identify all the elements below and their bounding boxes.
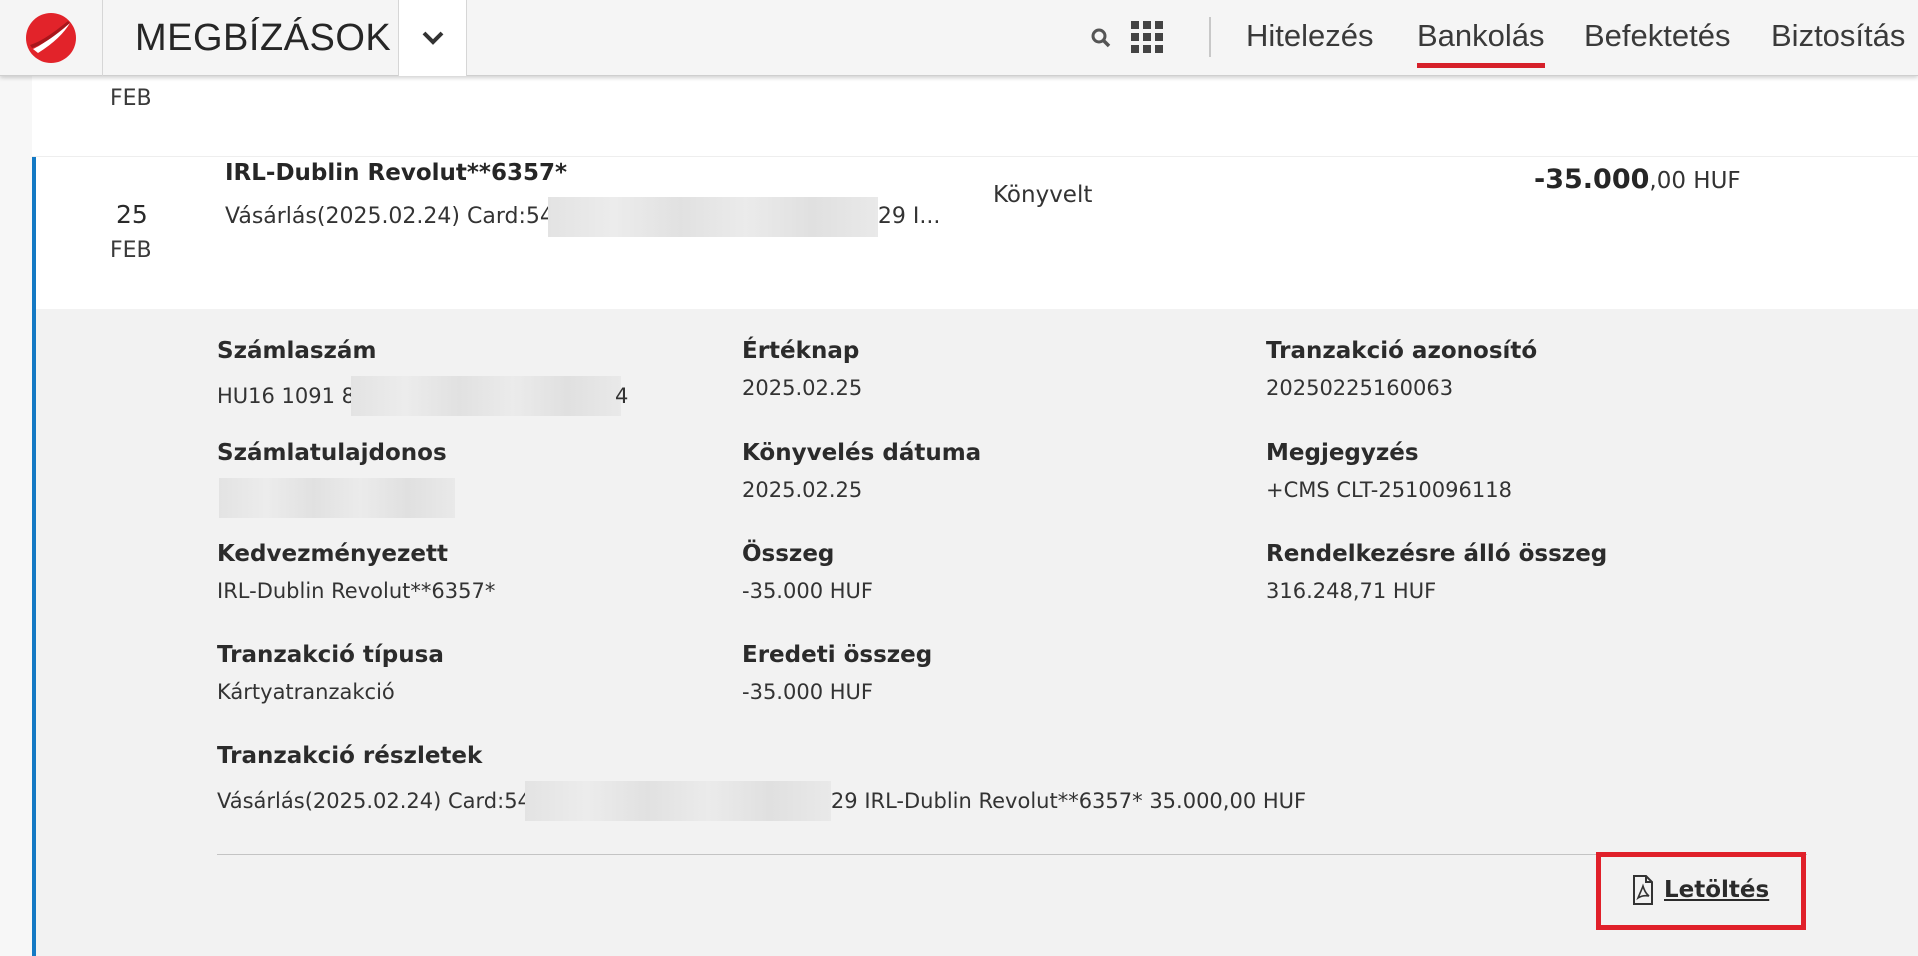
field-booking-date: Könyvelés dátuma 2025.02.25 (742, 440, 981, 502)
field-label: Könyvelés dátuma (742, 440, 982, 466)
field-value: +CMS CLT-2510096118 (1266, 478, 1512, 502)
field-value: IRL-Dublin Revolut**6357* (217, 579, 496, 603)
details-prefix: Vásárlás(2025.02.24) Card:54 (217, 789, 531, 813)
header-divider (1209, 17, 1211, 57)
search-button[interactable] (1090, 27, 1112, 49)
field-label: Megjegyzés (1266, 440, 1419, 466)
transaction-day: 25 (116, 200, 148, 229)
chevron-down-icon (422, 31, 443, 45)
previous-transaction-row[interactable] (32, 76, 1918, 157)
field-value: 2025.02.25 (742, 376, 863, 400)
field-label: Összeg (742, 541, 835, 567)
redacted-account-owner (219, 478, 456, 518)
apps-menu-button[interactable] (1130, 20, 1164, 54)
field-transaction-details: Tranzakció részletek Vásárlás(2025.02.24… (217, 743, 1306, 821)
field-account-number: Számlaszám HU16 1091 8 4 (217, 338, 628, 416)
field-original-amount: Eredeti összeg -35.000 HUF (742, 642, 932, 704)
field-value: 20250225160063 (1266, 376, 1454, 400)
redacted-account-number (351, 376, 622, 416)
field-amount: Összeg -35.000 HUF (742, 541, 873, 603)
field-note: Megjegyzés +CMS CLT-2510096118 (1266, 440, 1512, 502)
nav-biztositas[interactable]: Biztosítás (1771, 18, 1905, 54)
field-account-owner: Számlatulajdonos I (217, 440, 456, 518)
apps-grid-icon (1131, 21, 1163, 53)
field-label: Eredeti összeg (742, 642, 933, 668)
details-suffix: 29 IRL-Dublin Revolut**6357* 35.000,00 H… (830, 789, 1307, 813)
field-transaction-type: Tranzakció típusa Kártyatranzakció (217, 642, 444, 704)
transaction-month: FEB (110, 238, 152, 263)
field-label: Számlatulajdonos (217, 440, 447, 466)
field-value: 2025.02.25 (742, 478, 863, 502)
field-label: Értéknap (742, 338, 860, 364)
search-icon (1091, 28, 1111, 48)
previous-row-month: FEB (110, 86, 152, 111)
logo-cell[interactable] (0, 0, 103, 76)
field-value: -35.000 HUF (742, 680, 873, 704)
field-value-date: Értéknap 2025.02.25 (742, 338, 862, 400)
field-transaction-id: Tranzakció azonosító 20250225160063 (1266, 338, 1537, 400)
nav-bankolas[interactable]: Bankolás (1417, 18, 1545, 68)
field-available-balance: Rendelkezésre álló összeg 316.248,71 HUF (1266, 541, 1607, 603)
amount-rest: ,00 HUF (1649, 168, 1741, 194)
section-dropdown-button[interactable] (399, 0, 467, 76)
field-label: Tranzakció azonosító (1266, 338, 1538, 364)
description-suffix: 29 I... (877, 204, 941, 229)
top-header: MEGBÍZÁSOK Hitelezés Bankolás Befektetés… (0, 0, 1918, 76)
transaction-amount: -35.000,00 HUF (1534, 164, 1741, 195)
field-label: Tranzakció típusa (217, 642, 444, 668)
download-label: Letöltés (1664, 877, 1770, 903)
pdf-icon (1633, 875, 1653, 905)
transaction-description: Vásárlás(2025.02.24) Card:54 29 I... (225, 197, 940, 237)
nav-hitelezes[interactable]: Hitelezés (1246, 18, 1374, 54)
redacted-card-number (547, 197, 878, 237)
field-label: Kedvezményezett (217, 541, 448, 567)
field-label: Rendelkezésre álló összeg (1266, 541, 1608, 567)
details-divider (217, 854, 1807, 855)
account-number-suffix: 4 (615, 384, 629, 408)
field-value: Vásárlás(2025.02.24) Card:54 29 IRL-Dubli… (217, 781, 1306, 821)
description-prefix: Vásárlás(2025.02.24) Card:54 (225, 204, 554, 229)
field-value: I (217, 478, 456, 518)
field-value: HU16 1091 8 4 (217, 376, 628, 416)
redacted-card-number (524, 781, 831, 821)
amount-integer: -35.000 (1534, 164, 1650, 195)
account-number-prefix: HU16 1091 8 (217, 384, 356, 408)
field-value: 316.248,71 HUF (1266, 579, 1437, 603)
field-label: Számlaszám (217, 338, 377, 364)
nav-befektetes[interactable]: Befektetés (1584, 18, 1730, 54)
field-value: -35.000 HUF (742, 579, 873, 603)
transaction-status: Könyvelt (993, 182, 1093, 208)
transaction-merchant: IRL-Dublin Revolut**6357* (225, 160, 568, 186)
field-beneficiary: Kedvezményezett IRL-Dublin Revolut**6357… (217, 541, 495, 603)
field-label: Tranzakció részletek (217, 743, 483, 769)
brand-logo (26, 13, 76, 63)
download-button[interactable]: Letöltés (1632, 875, 1769, 905)
page-title: MEGBÍZÁSOK (103, 0, 399, 76)
field-value: Kártyatranzakció (217, 680, 395, 704)
